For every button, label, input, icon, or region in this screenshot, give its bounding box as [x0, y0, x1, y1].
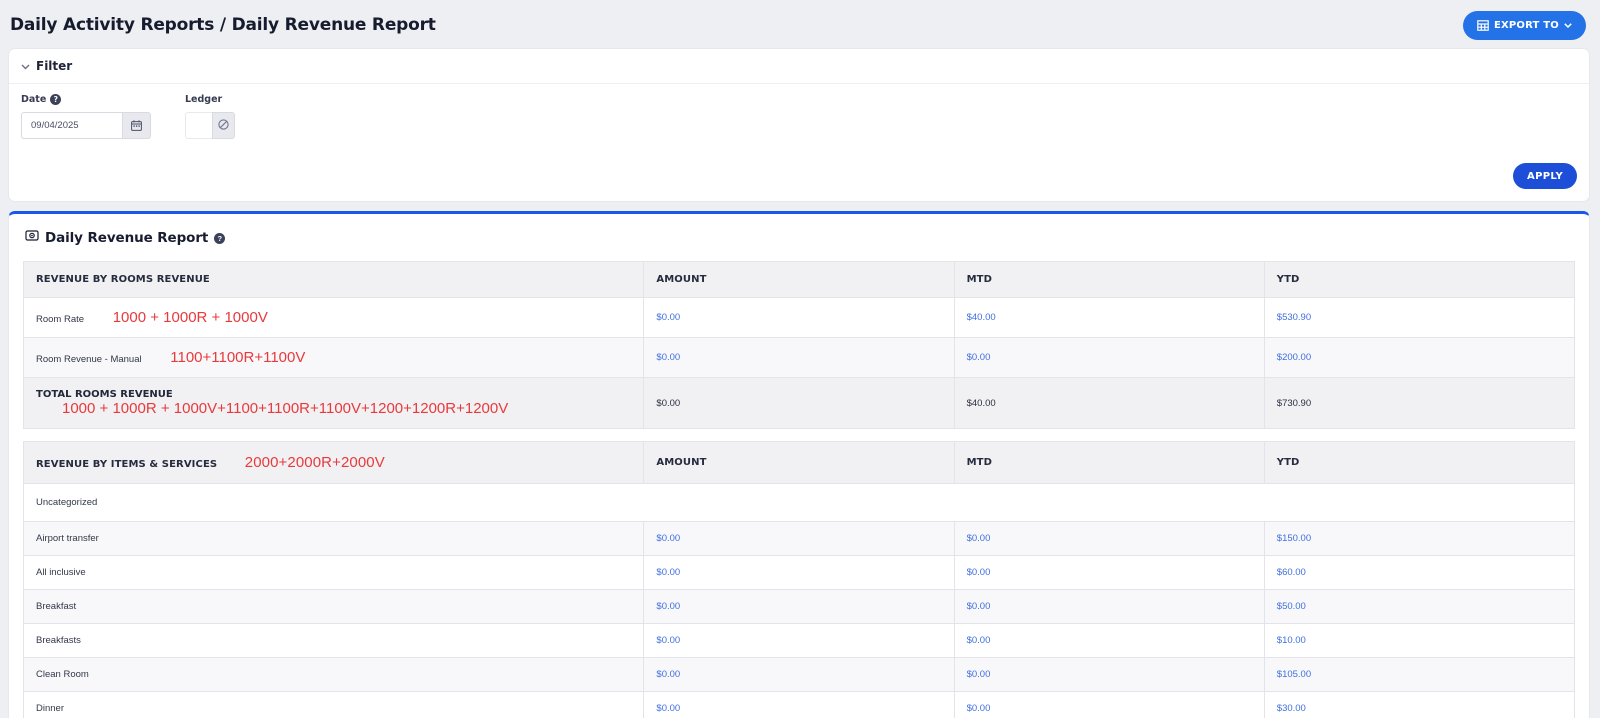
- topbar: Daily Activity Reports / Daily Revenue R…: [8, 0, 1590, 48]
- amount-link[interactable]: $0.00: [656, 567, 680, 578]
- ledger-field-group: Ledger: [185, 94, 235, 139]
- ledger-clear-button[interactable]: [212, 112, 235, 139]
- date-field-group: Date ?: [21, 94, 151, 139]
- column-header-ytd: YTD: [1264, 262, 1574, 298]
- report-panel: Daily Revenue Report ? REVENUE BY ROOMS …: [8, 211, 1590, 718]
- row-label: Clean Room: [36, 669, 89, 680]
- row-label: Dinner: [36, 703, 64, 714]
- items-table-annotation: 2000+2000R+2000V: [245, 454, 385, 471]
- row-label: Room Revenue - Manual: [36, 354, 142, 365]
- breadcrumb: Daily Activity Reports / Daily Revenue R…: [10, 15, 436, 35]
- apply-button[interactable]: APPLY: [1513, 163, 1577, 189]
- row-annotation: 1000 + 1000R + 1000V: [113, 309, 268, 326]
- table-row-room-revenue-manual: Room Revenue - Manual 1100+1100R+1100V $…: [24, 338, 1575, 378]
- ytd-link[interactable]: $50.00: [1277, 601, 1306, 612]
- mtd-link[interactable]: $0.00: [967, 669, 991, 680]
- column-header-mtd: MTD: [954, 442, 1264, 484]
- rooms-table-header-row: REVENUE BY ROOMS REVENUE AMOUNT MTD YTD: [24, 262, 1575, 298]
- table-row-room-rate: Room Rate 1000 + 1000R + 1000V $0.00 $40…: [24, 298, 1575, 338]
- total-row-annotation: 1000 + 1000R + 1000V+1100+1100R+1100V+12…: [62, 400, 508, 417]
- table-row-dinner: Dinner $0.00 $0.00 $30.00: [24, 692, 1575, 718]
- ytd-link[interactable]: $30.00: [1277, 703, 1306, 714]
- row-label: Airport transfer: [36, 533, 99, 544]
- filter-panel: Filter Date ?: [8, 48, 1590, 202]
- report-title: Daily Revenue Report: [45, 230, 208, 246]
- table-row-breakfast: Breakfast $0.00 $0.00 $50.00: [24, 590, 1575, 624]
- export-to-label: EXPORT TO: [1494, 20, 1559, 31]
- chevron-down-icon: [1564, 23, 1572, 28]
- page: Daily Activity Reports / Daily Revenue R…: [0, 0, 1600, 718]
- ytd-link[interactable]: $530.90: [1277, 312, 1311, 323]
- amount-link[interactable]: $0.00: [656, 352, 680, 363]
- cash-register-icon: [25, 229, 39, 247]
- export-to-button[interactable]: EXPORT TO: [1463, 11, 1586, 40]
- amount-link[interactable]: $0.00: [656, 601, 680, 612]
- total-mtd-value: $40.00: [967, 398, 996, 409]
- table-grid-icon: [1477, 20, 1489, 31]
- items-table-header-row: REVENUE BY ITEMS & SERVICES 2000+2000R+2…: [24, 442, 1575, 484]
- items-table-title: REVENUE BY ITEMS & SERVICES: [36, 459, 217, 470]
- rooms-table-title: REVENUE BY ROOMS REVENUE: [24, 262, 644, 298]
- mtd-link[interactable]: $0.00: [967, 567, 991, 578]
- date-input[interactable]: [21, 112, 122, 139]
- ytd-link[interactable]: $10.00: [1277, 635, 1306, 646]
- items-services-table: REVENUE BY ITEMS & SERVICES 2000+2000R+2…: [23, 441, 1575, 718]
- table-row-breakfasts: Breakfasts $0.00 $0.00 $10.00: [24, 624, 1575, 658]
- column-header-mtd: MTD: [954, 262, 1264, 298]
- report-header: Daily Revenue Report ?: [25, 229, 1575, 247]
- table-row-airport-transfer: Airport transfer $0.00 $0.00 $150.00: [24, 522, 1575, 556]
- column-header-amount: AMOUNT: [644, 442, 954, 484]
- amount-link[interactable]: $0.00: [656, 669, 680, 680]
- mtd-link[interactable]: $0.00: [967, 703, 991, 714]
- ledger-label: Ledger: [185, 94, 222, 105]
- group-label: Uncategorized: [36, 497, 97, 508]
- row-label: Breakfasts: [36, 635, 81, 646]
- mtd-link[interactable]: $0.00: [967, 601, 991, 612]
- amount-link[interactable]: $0.00: [656, 703, 680, 714]
- ytd-link[interactable]: $60.00: [1277, 567, 1306, 578]
- mtd-link[interactable]: $0.00: [967, 533, 991, 544]
- mtd-link[interactable]: $0.00: [967, 635, 991, 646]
- row-annotation: 1100+1100R+1100V: [170, 349, 305, 366]
- mtd-link[interactable]: $40.00: [967, 312, 996, 323]
- ytd-link[interactable]: $105.00: [1277, 669, 1311, 680]
- row-label: Breakfast: [36, 601, 76, 612]
- chevron-down-icon: [21, 57, 30, 75]
- ytd-link[interactable]: $200.00: [1277, 352, 1311, 363]
- rooms-revenue-table: REVENUE BY ROOMS REVENUE AMOUNT MTD YTD …: [23, 261, 1575, 429]
- mtd-link[interactable]: $0.00: [967, 352, 991, 363]
- column-header-amount: AMOUNT: [644, 262, 954, 298]
- group-row-uncategorized: Uncategorized: [24, 484, 1575, 522]
- report-help-icon[interactable]: ?: [214, 233, 225, 244]
- table-row-all-inclusive: All inclusive $0.00 $0.00 $60.00: [24, 556, 1575, 590]
- row-label: All inclusive: [36, 567, 86, 578]
- total-row-label: TOTAL ROOMS REVENUE: [36, 389, 173, 400]
- date-label: Date: [21, 94, 46, 105]
- amount-link[interactable]: $0.00: [656, 635, 680, 646]
- filter-body: Date ? Ledg: [9, 84, 1589, 149]
- filter-header-toggle[interactable]: Filter: [9, 49, 1589, 84]
- table-row-clean-room: Clean Room $0.00 $0.00 $105.00: [24, 658, 1575, 692]
- ledger-input[interactable]: [185, 112, 212, 139]
- table-row-total-rooms-revenue: TOTAL ROOMS REVENUE 1000 + 1000R + 1000V…: [24, 378, 1575, 429]
- column-header-ytd: YTD: [1264, 442, 1574, 484]
- total-amount-value: $0.00: [656, 398, 680, 409]
- amount-link[interactable]: $0.00: [656, 533, 680, 544]
- total-ytd-value: $730.90: [1277, 398, 1311, 409]
- ytd-link[interactable]: $150.00: [1277, 533, 1311, 544]
- row-label: Room Rate: [36, 314, 84, 325]
- date-help-icon[interactable]: ?: [50, 94, 61, 105]
- filter-title: Filter: [36, 59, 72, 73]
- amount-link[interactable]: $0.00: [656, 312, 680, 323]
- calendar-button[interactable]: [122, 112, 151, 139]
- slash-circle-icon: [218, 117, 229, 135]
